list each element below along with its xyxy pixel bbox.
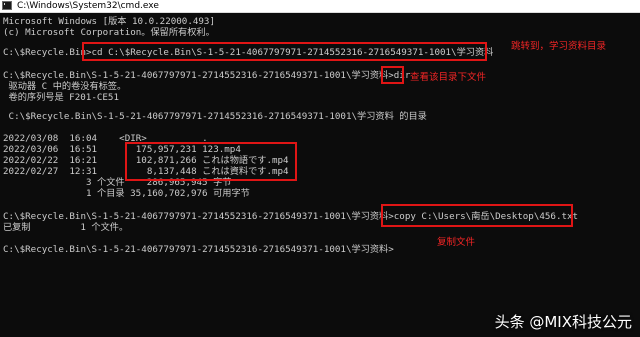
copy-result-line: 已复制 1 个文件。 — [3, 222, 129, 233]
volume-label-line: 驱动器 C 中的卷没有标签。 — [3, 81, 127, 92]
dir-annotation: 查看该目录下文件 — [410, 72, 487, 83]
cd-annotation: 跳转到，学习资料目录 — [511, 41, 607, 52]
dir-command-line: C:\$Recycle.Bin\S-1-5-21-4067797971-2714… — [3, 70, 411, 81]
directory-header-line: C:\$Recycle.Bin\S-1-5-21-4067797971-2714… — [3, 111, 427, 122]
console-output[interactable]: Microsoft Windows [版本 10.0.22000.493] (c… — [0, 13, 640, 337]
copy-command-highlight — [381, 204, 573, 227]
copy-annotation: 复制文件 — [437, 237, 476, 248]
free-space-line: 1 个目录 35,160,702,976 可用字节 — [3, 188, 250, 199]
cmd-icon — [2, 1, 12, 10]
watermark-text: 头条 @MIX科技公元 — [494, 313, 632, 331]
window-title: C:\Windows\System32\cmd.exe — [17, 1, 159, 11]
console-line: (c) Microsoft Corporation。保留所有权利。 — [3, 27, 215, 38]
title-bar[interactable]: C:\Windows\System32\cmd.exe — [0, 0, 640, 13]
cd-command-highlight — [82, 42, 487, 61]
prompt-line: C:\$Recycle.Bin\S-1-5-21-4067797971-2714… — [3, 244, 394, 255]
file-list-highlight — [125, 142, 297, 181]
volume-serial-line: 卷的序列号是 F201-CE51 — [3, 92, 119, 103]
console-line: Microsoft Windows [版本 10.0.22000.493] — [3, 16, 215, 27]
dir-command-highlight — [381, 66, 404, 84]
